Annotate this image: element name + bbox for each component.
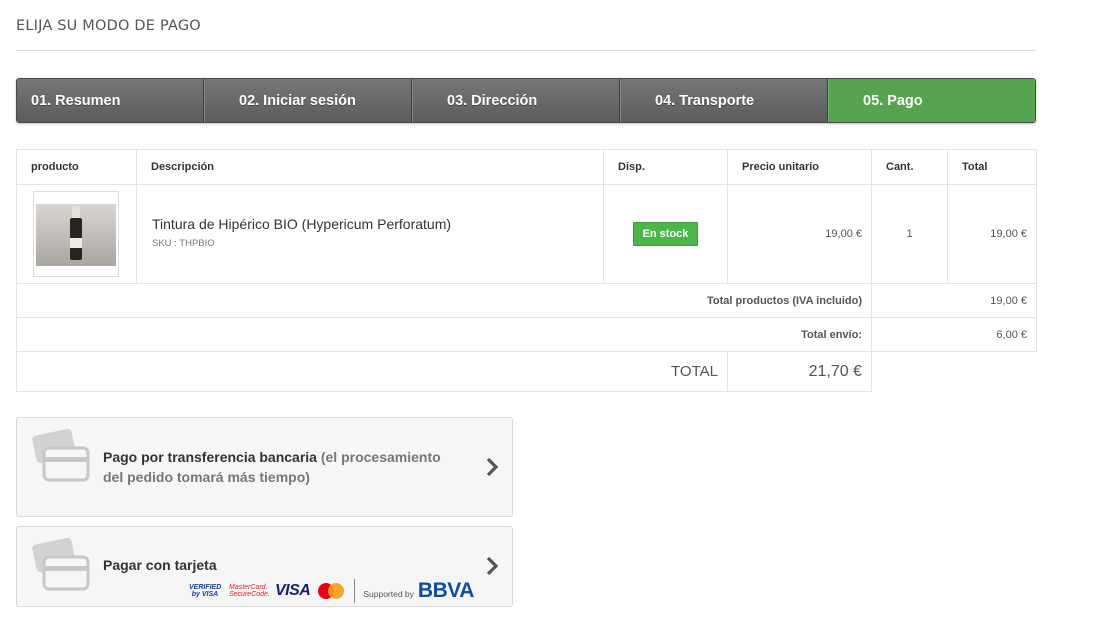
products-total-label: Total productos (IVA incluido) xyxy=(16,283,872,318)
products-total-row: Total productos (IVA incluido) 19,00 € xyxy=(16,283,1037,318)
product-sku: SKU : THPBIO xyxy=(152,238,215,249)
page-title: ELIJA SU MODO DE PAGO xyxy=(16,18,201,34)
bbva-logo: BBVA xyxy=(417,579,474,602)
shipping-total-label: Total envío: xyxy=(16,317,872,352)
products-total-value: 19,00 € xyxy=(871,283,1037,318)
cart-summary-table: producto Descripción Disp. Precio unitar… xyxy=(16,149,1037,392)
table-header-row: producto Descripción Disp. Precio unitar… xyxy=(16,149,1037,185)
mastercard-logo xyxy=(318,583,345,599)
checkout-steps: 01. Resumen 02. Iniciar sesión 03. Direc… xyxy=(16,78,1036,123)
visa-logo: VISA xyxy=(275,582,311,599)
header-total: Total xyxy=(947,149,1037,185)
header-description: Descripción xyxy=(136,149,604,185)
availability-cell: En stock xyxy=(603,184,728,284)
grand-total-label: TOTAL xyxy=(16,351,728,392)
bank-transfer-text: Pago por transferencia bancaria (el proc… xyxy=(103,447,463,487)
mastercard-securecode-logo: MasterCard. SecureCode. xyxy=(229,584,270,598)
step-shipping[interactable]: 04. Transporte xyxy=(620,79,828,122)
table-row: Tintura de Hipérico BIO (Hypericum Perfo… xyxy=(16,184,1037,284)
header-unit-price: Precio unitario xyxy=(727,149,872,185)
stock-badge: En stock xyxy=(632,222,699,246)
shipping-total-value: 6,00 € xyxy=(871,317,1037,352)
payment-logos: VERIFIED by VISA MasterCard. SecureCode.… xyxy=(189,579,474,603)
credit-card-icon xyxy=(32,428,90,482)
product-name[interactable]: Tintura de Hipérico BIO (Hypericum Perfo… xyxy=(152,216,603,232)
verified-by-visa-logo: VERIFIED by VISA xyxy=(189,584,222,598)
product-image[interactable] xyxy=(33,191,119,277)
grand-total-value: 21,70 € xyxy=(727,351,872,392)
step-summary[interactable]: 01. Resumen xyxy=(17,79,204,122)
header-quantity: Cant. xyxy=(871,149,948,185)
card-payment-title: Pagar con tarjeta xyxy=(103,557,217,573)
header-product: producto xyxy=(16,149,137,185)
step-login[interactable]: 02. Iniciar sesión xyxy=(204,79,412,122)
supported-by-text: Supported by xyxy=(363,589,414,599)
quantity-cell: 1 xyxy=(871,184,948,284)
product-image-cell xyxy=(16,184,137,284)
bank-transfer-option[interactable]: Pago por transferencia bancaria (el proc… xyxy=(16,417,513,517)
chevron-right-icon xyxy=(486,556,499,576)
title-divider xyxy=(16,50,1036,51)
grand-total-row: TOTAL 21,70 € xyxy=(16,351,1037,392)
card-payment-option[interactable]: Pagar con tarjeta VERIFIED by VISA Maste… xyxy=(16,526,513,607)
header-availability: Disp. xyxy=(603,149,728,185)
bank-transfer-title: Pago por transferencia bancaria xyxy=(103,449,317,465)
line-total-cell: 19,00 € xyxy=(947,184,1037,284)
step-payment[interactable]: 05. Pago xyxy=(828,79,1035,122)
step-address[interactable]: 03. Dirección xyxy=(412,79,620,122)
unit-price-cell: 19,00 € xyxy=(727,184,872,284)
product-description-cell: Tintura de Hipérico BIO (Hypericum Perfo… xyxy=(136,184,604,284)
logo-divider xyxy=(354,579,356,603)
chevron-right-icon xyxy=(486,457,499,477)
card-payment-text: Pagar con tarjeta xyxy=(103,555,217,575)
shipping-total-row: Total envío: 6,00 € xyxy=(16,317,1037,352)
credit-card-icon xyxy=(32,537,90,591)
